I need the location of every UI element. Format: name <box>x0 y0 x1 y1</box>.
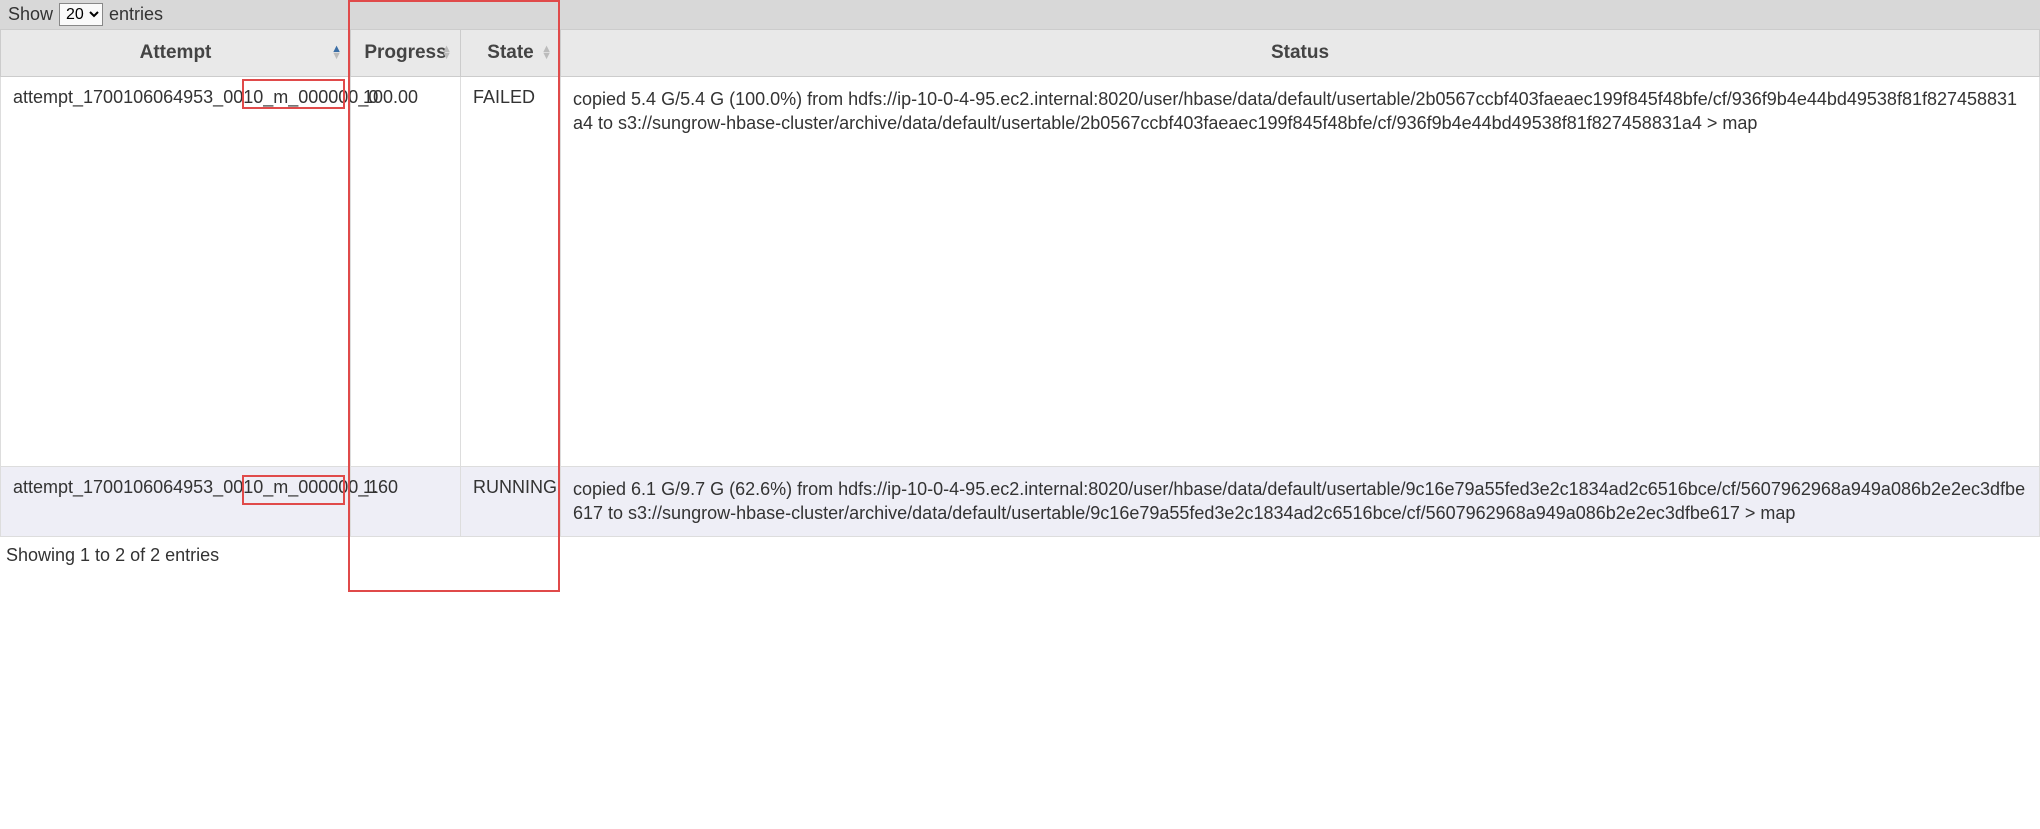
col-header-status[interactable]: Status <box>561 30 2040 77</box>
col-header-attempt-label: Attempt <box>140 42 212 63</box>
cell-status: copied 6.1 G/9.7 G (62.6%) from hdfs://i… <box>561 467 2040 537</box>
cell-progress: 1.60 <box>351 467 461 537</box>
cell-state: RUNNING <box>461 467 561 537</box>
sort-icon: ▲▼ <box>441 46 452 60</box>
table-row: attempt_1700106064953_0010_m_000000_0 10… <box>1 77 2040 467</box>
sort-icon: ▲▼ <box>541 46 552 60</box>
col-header-progress[interactable]: Progress ▲▼ <box>351 30 461 77</box>
show-label: Show <box>8 4 53 25</box>
entries-select[interactable]: 20 <box>59 3 103 26</box>
attempt-id-text: attempt_1700106064953_0010_m_000000_0 <box>13 87 378 107</box>
cell-attempt: attempt_1700106064953_0010_m_000000_0 <box>1 77 351 467</box>
cell-attempt: attempt_1700106064953_0010_m_000000_1 <box>1 467 351 537</box>
cell-progress: 100.00 <box>351 77 461 467</box>
col-header-progress-label: Progress <box>364 42 446 63</box>
attempts-table: Attempt ▲▼ Progress ▲▼ State ▲▼ Status <box>0 29 2040 537</box>
length-control: Show 20 entries <box>0 0 2040 29</box>
page-root: Show 20 entries Attempt ▲▼ Progress ▲▼ S… <box>0 0 2040 574</box>
cell-status: copied 5.4 G/5.4 G (100.0%) from hdfs://… <box>561 77 2040 467</box>
cell-state: FAILED <box>461 77 561 467</box>
header-row: Attempt ▲▼ Progress ▲▼ State ▲▼ Status <box>1 30 2040 77</box>
col-header-status-label: Status <box>1271 42 1329 63</box>
table-info: Showing 1 to 2 of 2 entries <box>0 537 2040 574</box>
col-header-state-label: State <box>487 42 533 63</box>
table-row: attempt_1700106064953_0010_m_000000_1 1.… <box>1 467 2040 537</box>
col-header-attempt[interactable]: Attempt ▲▼ <box>1 30 351 77</box>
sort-icon: ▲▼ <box>331 46 342 60</box>
attempt-id-text: attempt_1700106064953_0010_m_000000_1 <box>13 477 378 497</box>
col-header-state[interactable]: State ▲▼ <box>461 30 561 77</box>
entries-label: entries <box>109 4 163 25</box>
